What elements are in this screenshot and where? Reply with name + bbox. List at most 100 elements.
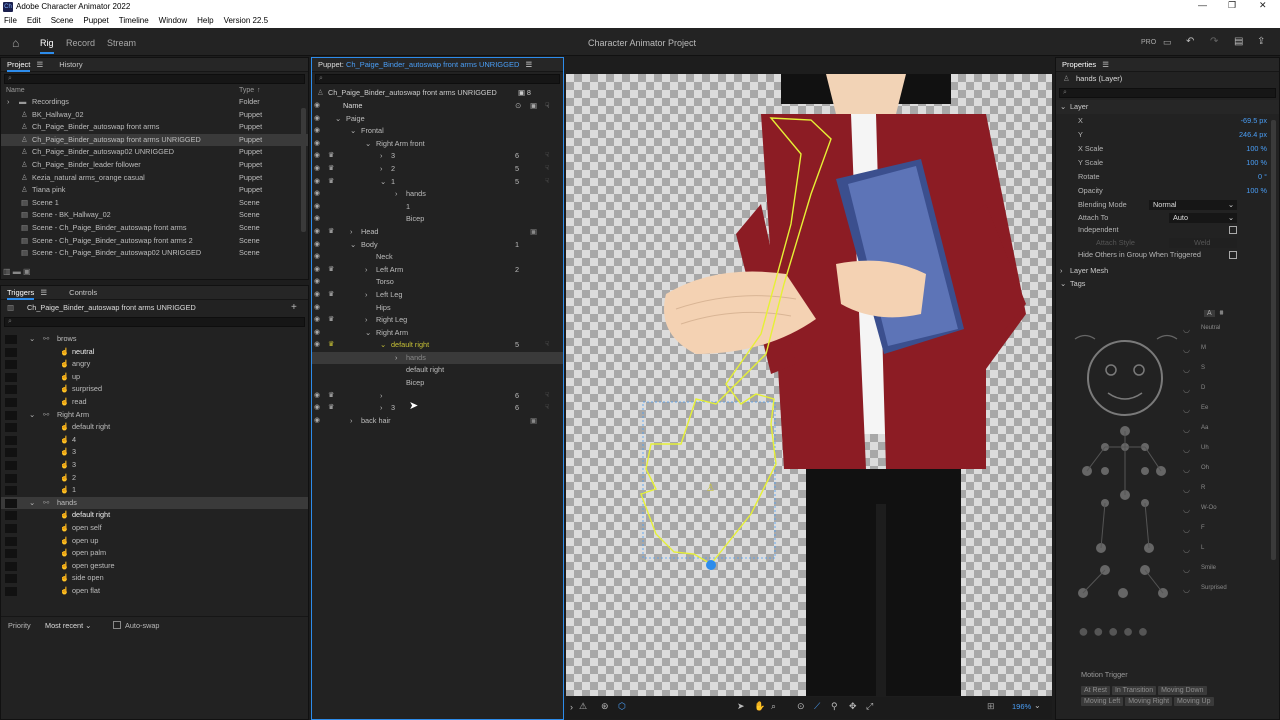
eye-icon[interactable]: ◉ [314, 188, 320, 201]
property-value[interactable]: 100 % [1246, 142, 1267, 156]
chevron-down-icon[interactable]: ⌄ [380, 339, 386, 352]
trigger-item[interactable]: ☝ side open [1, 572, 308, 585]
trigger-key[interactable] [5, 486, 17, 496]
share-icon[interactable]: ⇪ [1257, 36, 1265, 47]
puppet-search-input[interactable]: ⌕ [315, 74, 560, 84]
trigger-key[interactable] [5, 523, 17, 533]
select-tool-icon[interactable]: ➤ [737, 701, 745, 712]
crown-icon[interactable]: ♛ [328, 226, 334, 239]
chevron-down-icon[interactable]: ⌄ [29, 333, 35, 346]
zoom-level[interactable]: 196% [1012, 702, 1031, 711]
zoom-dropdown-icon[interactable]: ⌄ [1034, 701, 1041, 710]
trigger-item[interactable]: ☝ up [1, 371, 308, 384]
chevron-down-icon[interactable]: ⌄ [350, 125, 356, 138]
project-item[interactable]: ♙ Ch_Paige_Binder_autoswap front arms UNR… [1, 133, 308, 147]
tag-list-icon[interactable]: ⩩ [1217, 310, 1227, 317]
add-trigger-icon[interactable]: + [291, 300, 297, 315]
crown-icon[interactable]: ♛ [328, 150, 334, 163]
trigger-item[interactable]: ☝ 3 [1, 446, 308, 459]
eye-icon[interactable]: ◉ [314, 390, 320, 403]
puppet-tab[interactable]: Puppet: Ch_Paige_Binder_autoswap front a… [312, 58, 563, 72]
trigger-key[interactable] [5, 561, 17, 571]
project-item[interactable]: ♙ Ch_Paige_Binder_autoswap02 UNRIGGED Pupp… [1, 146, 308, 159]
tab-history[interactable]: History [59, 60, 82, 69]
tag-at-rest[interactable]: At Rest [1081, 686, 1110, 695]
chevron-right-icon[interactable]: › [365, 314, 367, 327]
chevron-down-icon[interactable]: ⌄ [365, 138, 371, 151]
trigger-key[interactable] [5, 397, 17, 407]
col-name[interactable]: Name [6, 87, 25, 94]
chevron-right-icon[interactable]: › [350, 226, 352, 239]
puppet-layer-row[interactable]: ◉ ⌄ Frontal [312, 125, 563, 138]
chevron-right-icon[interactable]: › [395, 188, 397, 201]
trigger-key[interactable] [5, 372, 17, 382]
trigger-item[interactable]: ☝ angry [1, 358, 308, 371]
property-value[interactable]: 246.4 px [1239, 128, 1267, 142]
chevron-right-icon[interactable]: › [365, 264, 367, 277]
origin-tool-icon[interactable]: ⊙ [797, 701, 805, 712]
trigger-item[interactable]: ☝ open gesture [1, 560, 308, 573]
attach-style-dropdown[interactable]: Weld [1169, 237, 1237, 248]
import-icon[interactable]: ▣ [23, 267, 31, 276]
chevron-down-icon[interactable]: ⌄ [29, 497, 35, 510]
properties-search-input[interactable]: ⌕ [1059, 88, 1276, 98]
chevron-right-icon[interactable]: › [350, 415, 352, 428]
trigger-item[interactable]: ☝ read [1, 396, 308, 409]
chevron-right-icon[interactable]: › [380, 163, 382, 176]
crown-icon[interactable]: ♛ [328, 163, 334, 176]
puppet-layer-row[interactable]: ◉ Torso [312, 276, 563, 289]
tag-in-transition[interactable]: In Transition [1111, 686, 1157, 695]
trigger-key[interactable] [5, 335, 17, 344]
head-right-mid-icon[interactable]: ● [1123, 621, 1138, 641]
trigger-key[interactable] [5, 435, 17, 445]
project-item[interactable]: ▬ › Recordings Folder [1, 96, 308, 109]
trigger-item[interactable]: ☝ open up [1, 535, 308, 548]
menu-icon[interactable]: ☰ [36, 60, 43, 69]
project-item[interactable]: ♙ BK_Hallway_02 Puppet [1, 109, 308, 122]
trigger-swapset[interactable]: ⌄ ⚯ brows [1, 333, 308, 346]
priority-dropdown[interactable]: Most recent ⌄ [45, 621, 91, 630]
eye-icon[interactable]: ◉ [314, 226, 320, 239]
puppet-layer-row[interactable]: ◉ › hands [312, 188, 563, 201]
menu-help[interactable]: Help [197, 14, 213, 28]
trigger-key[interactable] [5, 347, 17, 357]
puppet-layer-row[interactable]: default right [312, 364, 563, 377]
eye-icon[interactable]: ◉ [314, 150, 320, 163]
trigger-key[interactable] [5, 574, 17, 584]
trigger-key[interactable] [5, 498, 17, 508]
crown-icon[interactable]: ♛ [328, 390, 334, 403]
eye-icon[interactable]: ◉ [314, 302, 320, 315]
layer-section-header[interactable]: ⌄ Layer [1056, 100, 1279, 114]
puppet-layer-row[interactable]: Bicep [312, 377, 563, 390]
property-value[interactable]: 100 % [1246, 184, 1267, 198]
independent-checkbox[interactable] [1229, 226, 1237, 235]
crown-icon[interactable]: ♛ [328, 176, 334, 189]
trigger-key[interactable] [5, 460, 17, 470]
hand-tool-icon[interactable]: ✋ [754, 701, 765, 712]
trigger-key[interactable] [5, 549, 17, 559]
puppet-layer-row[interactable]: ◉ ⌄ Right Arm [312, 327, 563, 340]
property-value[interactable]: -69.5 px [1241, 114, 1267, 128]
crown-icon[interactable]: ♛ [328, 339, 334, 352]
trigger-key[interactable] [5, 536, 17, 546]
head-center-icon[interactable]: ● [1108, 621, 1123, 641]
menu-scene[interactable]: Scene [51, 14, 74, 28]
eye-icon[interactable]: ◉ [314, 176, 320, 189]
tag-moving-left[interactable]: Moving Left [1081, 697, 1124, 706]
trigger-key[interactable] [5, 360, 17, 370]
chevron-right-icon[interactable]: › [380, 402, 382, 415]
menu-window[interactable]: Window [159, 14, 187, 28]
mouth-tag[interactable]: ◡ Surprised [1183, 583, 1258, 597]
mouth-tag[interactable]: ◡ Neutral [1183, 323, 1258, 337]
workspace-icon[interactable]: ▭ [1163, 37, 1172, 48]
head-left-icon[interactable]: ● [1078, 621, 1093, 641]
autoswap-checkbox[interactable] [113, 621, 121, 629]
menu-icon[interactable]: ☰ [40, 288, 47, 297]
chevron-right-icon[interactable]: › [365, 289, 367, 302]
redo-icon[interactable]: ↷ [1210, 36, 1218, 47]
puppet-layer-row[interactable]: › hands [312, 351, 563, 365]
tag-moving-down[interactable]: Moving Down [1158, 686, 1207, 695]
mouth-tag[interactable]: ◡ L [1183, 543, 1258, 557]
puppet-layer-row[interactable]: ◉ › back hair ▣ [312, 415, 563, 428]
eye-icon[interactable]: ◉ [314, 100, 320, 113]
